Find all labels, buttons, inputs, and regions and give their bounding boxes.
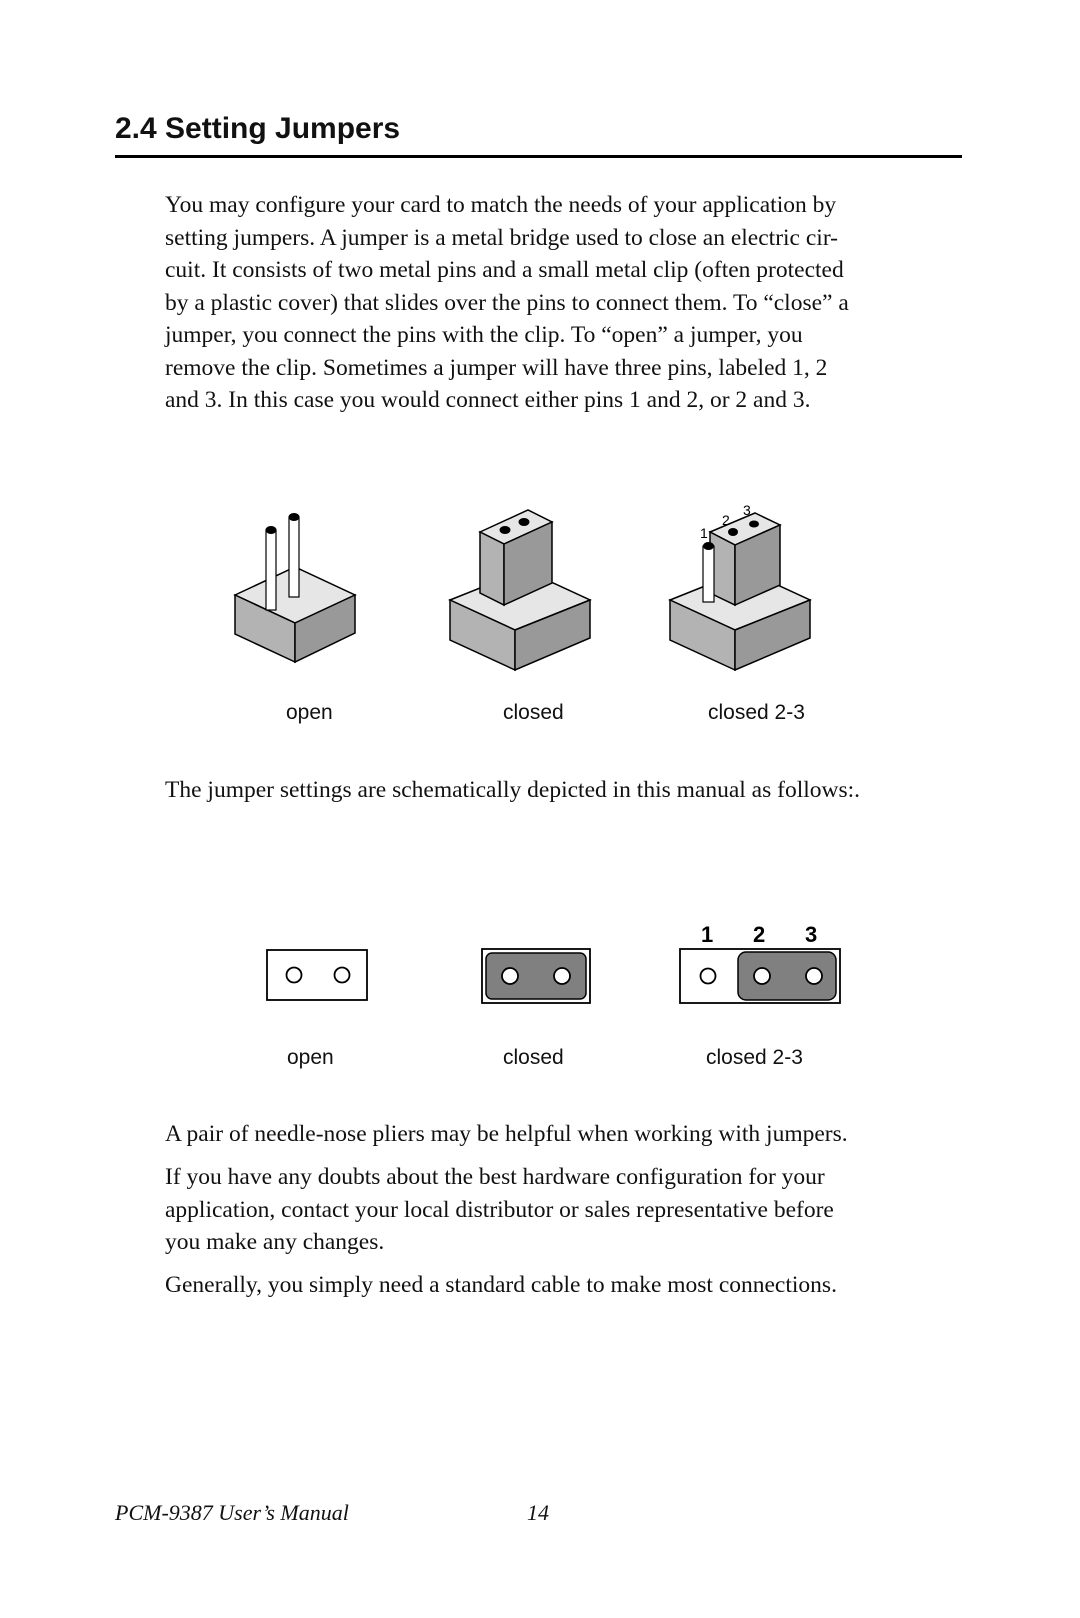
intro-line: cuit. It consists of two metal pins and … <box>165 257 844 283</box>
pin-label-3: 3 <box>743 505 751 518</box>
intro-paragraph: You may configure your card to match the… <box>165 189 965 417</box>
intro-line: setting jumpers. A jumper is a metal bri… <box>165 224 838 251</box>
footer-manual-title: PCM-9387 User’s Manual <box>115 1500 349 1525</box>
footer-page-number: 14 <box>527 1500 549 1525</box>
illustration-caption-closed: closed <box>503 701 564 724</box>
illustration-caption-closed-2-3: closed 2-3 <box>708 701 805 724</box>
closed-schematic <box>481 948 591 1004</box>
schematic-pin-label-3: 3 <box>805 922 817 947</box>
intro-line: and 3. In this case you would connect ei… <box>165 387 811 413</box>
jumper-illustrations: 1 2 3 <box>233 505 812 672</box>
intro-line: by a plastic cover) that slides over the… <box>165 289 849 316</box>
schematic-intro: The jumper settings are schematically de… <box>165 774 965 807</box>
intro-line: remove the clip. Sometimes a jumper will… <box>165 354 828 381</box>
schematic-pin-label-1: 1 <box>701 922 713 947</box>
schematic-caption-closed-2-3: closed 2-3 <box>706 1046 803 1069</box>
schematic-caption-open: open <box>287 1046 334 1069</box>
schematic-intro-line: The jumper settings are schematically de… <box>165 777 861 803</box>
pin-label-1: 1 <box>700 525 708 541</box>
intro-line: jumper, you connect the pins with the cl… <box>165 322 803 348</box>
pin-label-2: 2 <box>722 512 730 528</box>
schematic-pin-label-2: 2 <box>753 922 765 947</box>
schematic-caption-closed: closed <box>503 1046 564 1069</box>
tip-pliers: A pair of needle-nose pliers may be help… <box>165 1118 965 1151</box>
open-schematic <box>266 949 368 1001</box>
closed-2-3-schematic: 1 2 3 <box>679 922 841 1004</box>
tip-doubts: If you have any doubts about the best ha… <box>165 1161 965 1259</box>
tip-line: If you have any doubts about the best ha… <box>165 1164 825 1190</box>
tip-cable: Generally, you simply need a standard ca… <box>165 1269 965 1302</box>
intro-line: You may configure your card to match the… <box>165 192 837 218</box>
tip-line: application, contact your local distribu… <box>165 1196 834 1223</box>
open-jumper-illustration <box>233 513 357 664</box>
tip-line: A pair of needle-nose pliers may be help… <box>165 1121 848 1147</box>
heading-rule <box>115 155 962 158</box>
section-heading: 2.4 Setting Jumpers <box>115 112 401 145</box>
illustration-caption-open: open <box>286 701 333 724</box>
closed-2-3-jumper-illustration: 1 2 3 <box>668 505 812 672</box>
tip-line: you make any changes. <box>165 1229 385 1255</box>
jumper-schematics: 1 2 3 <box>266 922 841 1004</box>
tip-line: Generally, you simply need a standard ca… <box>165 1272 837 1298</box>
closed-jumper-illustration <box>448 509 592 672</box>
